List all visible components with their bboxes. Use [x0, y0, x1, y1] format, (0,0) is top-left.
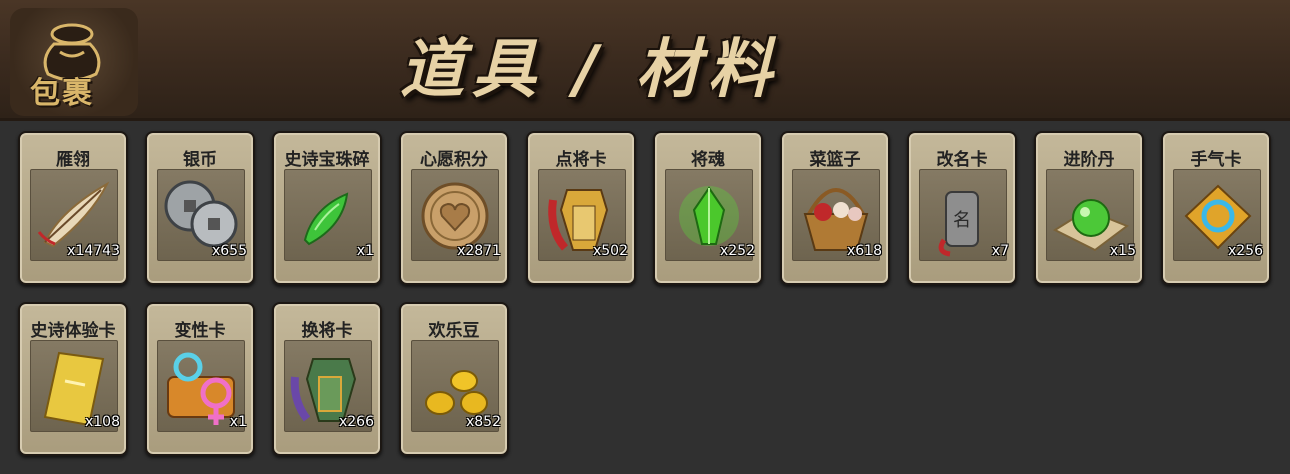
item-count: x1	[229, 414, 247, 430]
bag-label: 包裹	[30, 76, 94, 111]
item-slot-epic-trial-card[interactable]: 史诗体验卡 x108	[18, 302, 128, 456]
svg-text:名: 名	[953, 210, 971, 231]
bag-badge[interactable]: 包裹	[10, 8, 138, 116]
item-count: x1	[356, 243, 374, 259]
item-count: x266	[338, 414, 374, 430]
item-count: x852	[465, 414, 501, 430]
item-slot-general-token[interactable]: 点将卡 x502	[526, 131, 636, 285]
item-name: 心愿积分	[420, 150, 488, 170]
item-name: 菜篮子	[809, 150, 861, 170]
item-count: x618	[846, 243, 882, 259]
item-slot-silver-coin[interactable]: 银币 x655	[145, 131, 255, 285]
inventory-header: 包裹 道具 / 材料	[0, 0, 1290, 121]
item-count: x252	[719, 243, 755, 259]
item-name: 将魂	[691, 150, 725, 170]
item-name: 史诗宝珠碎	[284, 150, 370, 170]
page-title: 道具 / 材料	[400, 33, 780, 107]
item-slot-soul[interactable]: 将魂 x252	[653, 131, 763, 285]
item-slot-wish-point[interactable]: 心愿积分 x2871	[399, 131, 509, 285]
item-name: 雁翎	[56, 150, 90, 170]
item-count: x7	[991, 243, 1009, 259]
item-name: 欢乐豆	[428, 321, 480, 341]
item-name: 手气卡	[1190, 150, 1242, 170]
item-slot-epic-orb-shard[interactable]: 史诗宝珠碎 x1	[272, 131, 382, 285]
item-slot-feather[interactable]: 雁翎 x14743	[18, 131, 128, 285]
item-count: x15	[1109, 243, 1136, 259]
item-name: 变性卡	[174, 321, 226, 341]
item-name: 改名卡	[936, 150, 988, 170]
item-slot-luck-card[interactable]: 手气卡 x256	[1161, 131, 1271, 285]
item-count: x2871	[457, 243, 501, 259]
item-slot-gender-card[interactable]: 变性卡 x1	[145, 302, 255, 456]
item-count: x655	[211, 243, 247, 259]
item-slot-basket[interactable]: 菜篮子 x618	[780, 131, 890, 285]
item-count: x108	[84, 414, 120, 430]
item-slot-swap-general-card[interactable]: 换将卡 x266	[272, 302, 382, 456]
item-name: 银币	[183, 150, 217, 170]
item-slot-advance-pill[interactable]: 进阶丹 x15	[1034, 131, 1144, 285]
item-count: x14743	[67, 243, 120, 259]
item-name: 进阶丹	[1063, 150, 1115, 170]
item-count: x502	[592, 243, 628, 259]
item-name: 换将卡	[301, 321, 353, 341]
item-slot-rename-card[interactable]: 改名卡 名 x7	[907, 131, 1017, 285]
item-count: x256	[1227, 243, 1263, 259]
item-name: 点将卡	[555, 150, 607, 170]
item-name: 史诗体验卡	[30, 321, 116, 341]
item-slot-gold-beans[interactable]: 欢乐豆 x852	[399, 302, 509, 456]
